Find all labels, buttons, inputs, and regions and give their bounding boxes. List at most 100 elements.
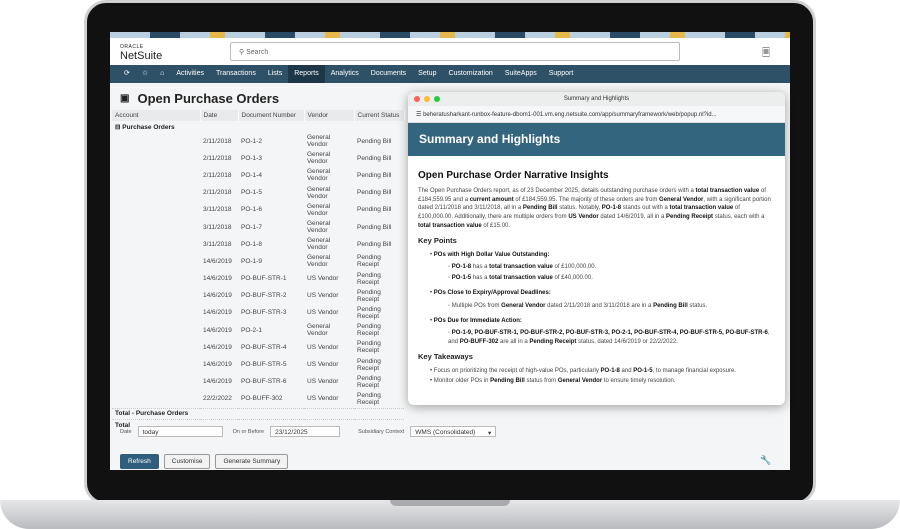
document-number-cell[interactable]: PO-1-7 (238, 218, 304, 235)
vendor-cell: US Vendor (307, 395, 339, 403)
nav-item-activities[interactable]: Activities (170, 65, 210, 83)
text: Multiple POs from (451, 302, 502, 309)
document-number-cell[interactable]: PO-1-3 (238, 150, 304, 167)
nav-item-customization[interactable]: Customization (442, 65, 498, 83)
key-takeaways-heading: Key Takeaways (418, 351, 473, 361)
column-header[interactable]: Document Number (238, 110, 305, 121)
group-cell[interactable]: ⊟ Purchase Orders (112, 121, 404, 133)
group-total-row: Total - Purchase Orders (112, 408, 404, 420)
star-icon[interactable]: ☆ (136, 65, 154, 83)
status-cell: Pending Receipt (357, 271, 381, 286)
document-number-cell[interactable]: PO-BUF-STR-3 (238, 304, 304, 321)
date-cell: 3/11/2018 (203, 240, 232, 248)
filter-bar: Date today On or Before 23/12/2025 Subsi… (110, 426, 790, 437)
document-number-cell[interactable]: PO-1-2 (238, 133, 304, 150)
text: to ensure timely resolution. (602, 377, 676, 384)
nav-item-support[interactable]: Support (543, 65, 580, 83)
nav-item-reports[interactable]: Reports (288, 65, 325, 83)
nav-item-lists[interactable]: Lists (262, 65, 288, 83)
key-point-title: POs Close to Expiry/Approval Deadlines: (433, 289, 551, 296)
text: of £40,000.00. (552, 275, 593, 282)
date-cell: 14/6/2019 (203, 378, 232, 386)
history-icon[interactable]: ⟳ (118, 65, 136, 83)
vendor-cell: General Vendor (307, 202, 331, 217)
status-cell: Pending Bill (357, 206, 392, 214)
refresh-button[interactable]: Refresh (120, 454, 159, 469)
document-number-cell[interactable]: PO-1-5 (238, 184, 304, 201)
bold-text: current amount (469, 196, 514, 203)
status-cell: Pending Bill (357, 189, 392, 197)
on-or-before-field[interactable]: 23/12/2025 (270, 426, 341, 437)
account-cell (112, 304, 200, 321)
table-row: 14/6/2019 PO-BUF-STR-6 US Vendor Pending Re… (112, 373, 404, 390)
text: status, dated 14/6/2019 or 22/2/2022. (576, 339, 678, 346)
document-number-cell[interactable]: PO-BUF-STR-1 (238, 270, 304, 287)
bold-text: PO-1-8 (601, 205, 622, 212)
column-header[interactable]: Date (200, 110, 239, 121)
date-cell: 14/6/2019 (203, 326, 232, 334)
narrative-heading: Open Purchase Order Narrative Insights (418, 170, 609, 181)
status-cell: Pending Bill (357, 240, 392, 248)
document-number-cell[interactable]: PO-1-4 (238, 167, 304, 184)
nav-item-suiteapps[interactable]: SuiteApps (499, 65, 543, 83)
key-point: • POs Due for Immediate Action: (430, 317, 522, 324)
nav-item-setup[interactable]: Setup (412, 65, 442, 83)
bold-text: total transaction value (695, 187, 760, 194)
date-cell: 14/6/2019 (203, 275, 232, 283)
date-field[interactable]: today (137, 426, 223, 437)
logo-netsuite: NetSuite (120, 49, 163, 62)
nav-item-analytics[interactable]: Analytics (325, 65, 365, 83)
close-icon[interactable] (414, 96, 420, 102)
nav-item-documents[interactable]: Documents (365, 65, 412, 83)
text: stands out with a (621, 205, 670, 212)
document-number-cell[interactable]: PO-BUF-STR-2 (238, 287, 304, 304)
document-number-cell[interactable]: PO-BUFF-302 (238, 390, 304, 408)
account-cell (112, 339, 200, 356)
bold-text: Pending Bill (653, 302, 688, 309)
document-number-cell[interactable]: PO-BUF-STR-6 (238, 373, 304, 390)
text: has a (471, 275, 490, 282)
maximize-icon[interactable] (434, 96, 440, 102)
document-number-cell[interactable]: PO-BUF-STR-5 (238, 356, 304, 373)
vendor-cell: US Vendor (307, 378, 339, 386)
popup-url-bar[interactable]: ☰ beheratusharkant-runbox-feature-dbom1-… (408, 106, 785, 123)
date-cell: 2/11/2018 (203, 154, 232, 162)
bold-text: total transaction value (418, 222, 482, 229)
key-point-title: POs with High Dollar Value Outstanding: (433, 251, 550, 258)
netsuite-logo[interactable]: ORACLE NetSuite (120, 43, 163, 62)
subsidiary-value: WMS (Consolidated) (415, 429, 476, 436)
search-input[interactable]: ⚲ Search (230, 42, 680, 61)
account-cell (112, 322, 200, 339)
column-header[interactable]: Vendor (304, 110, 355, 121)
laptop-notch (390, 500, 510, 506)
account-cell (112, 287, 200, 304)
vendor-cell: General Vendor (307, 168, 331, 183)
text: has a (471, 264, 490, 271)
column-header[interactable]: Account (112, 110, 201, 121)
home-icon[interactable]: ⌂ (154, 65, 170, 83)
document-number-cell[interactable]: PO-1-8 (238, 236, 304, 253)
document-number-cell[interactable]: PO-1-6 (238, 201, 304, 218)
column-header[interactable]: Current Status (354, 110, 405, 121)
document-number-cell[interactable]: PO-BUF-STR-4 (238, 339, 304, 356)
document-icon[interactable]: 🗏 (762, 46, 770, 63)
status-cell: Pending Receipt (357, 374, 381, 389)
bold-text: PO-1-9, PO-BUF-STR-1, PO-BUF-STR-2, PO-B… (451, 330, 768, 337)
wrench-icon[interactable]: 🔧 (760, 455, 771, 466)
site-settings-icon[interactable]: ☰ (416, 112, 421, 118)
account-cell (112, 253, 200, 270)
status-cell: Pending Receipt (357, 323, 381, 338)
document-number-cell[interactable]: PO-1-9 (238, 253, 304, 270)
text: and (619, 367, 634, 374)
takeaway-item: • Monitor older POs in Pending Bill stat… (430, 377, 676, 384)
subsidiary-select[interactable]: WMS (Consolidated) ▾ (410, 426, 497, 437)
key-point-item: ◦ PO-1-5 has a total transaction value o… (448, 275, 593, 282)
generate-summary-button[interactable]: Generate Summary (215, 454, 289, 469)
date-cell: 14/6/2019 (203, 361, 232, 369)
minimize-icon[interactable] (424, 96, 430, 102)
customise-button[interactable]: Customise (163, 454, 211, 469)
bold-text: General Vendor (557, 377, 603, 384)
header: ORACLE NetSuite ⚲ Search 🗏 (110, 38, 790, 65)
nav-item-transactions[interactable]: Transactions (210, 65, 262, 83)
document-number-cell[interactable]: PO-2-1 (238, 322, 304, 339)
